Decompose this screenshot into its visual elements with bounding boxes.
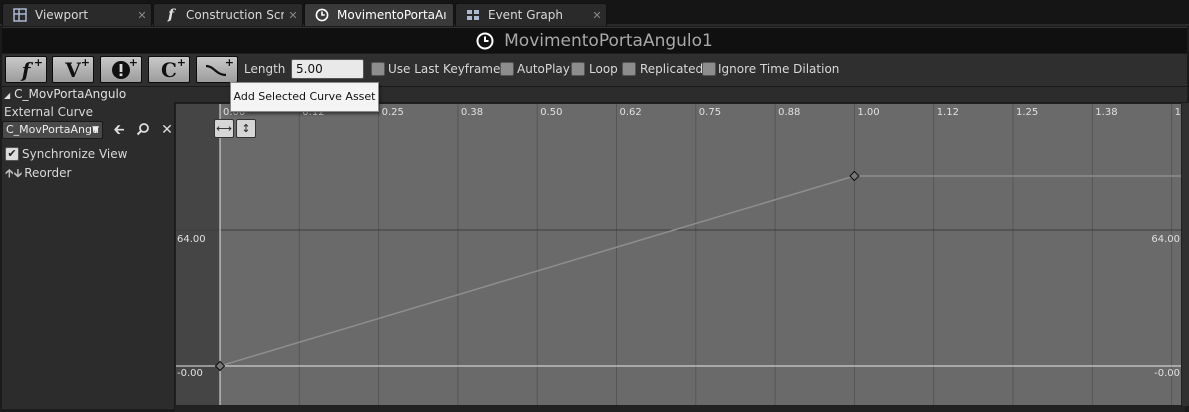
viewport-icon [13,8,27,22]
close-icon[interactable]: ✕ [284,9,302,22]
chevron-down-icon: ▼ [92,125,99,135]
y-axis-label: 64.00 [177,234,206,245]
loop-checkbox[interactable] [571,62,585,76]
use-last-keyframe-checkbox[interactable] [371,62,385,76]
add-curve-asset-button[interactable]: + [196,56,238,83]
tab-label: Viewport [35,8,89,22]
length-label: Length [244,62,286,76]
reorder-label: Reorder [24,166,72,180]
autoplay-label: AutoPlay [517,62,570,76]
x-tick-label: 1.38 [1095,107,1117,118]
tab-bar: Viewport ✕ f Construction Scrip ✕ Movime… [0,0,1189,26]
timeline-icon [476,32,494,49]
function-icon: f [167,7,175,23]
x-tick-label: 1.25 [1016,107,1038,118]
timeline-toolbar: f + V + + C + + Length 5.00 Use Last Key… [2,54,1187,86]
curve-graph[interactable]: 0.00 0.12 0.25 0.38 0.50 0.62 0.75 0.88 1.00 1.12… [175,103,1182,406]
use-selected-asset-icon[interactable]: 🡰 [112,122,126,138]
tab-timeline[interactable]: MovimentoPortaAı [304,3,454,26]
tab-viewport[interactable]: Viewport ✕ [2,3,152,26]
length-input[interactable]: 5.00 [291,59,364,79]
timeline-icon [315,8,329,22]
add-float-track-button[interactable]: f + [5,56,47,83]
x-tick-label: 1.50 [1175,107,1182,118]
function-icon: f [21,57,31,82]
external-curve-dropdown[interactable]: C_MovPortaAngu ▼ [2,121,103,139]
y-axis-label: 64.00 [1151,234,1180,245]
reorder-control[interactable]: 🡱🡳 Reorder [5,164,71,185]
y-axis-label: -0.00 [177,368,203,379]
x-tick-label: 0.75 [699,107,721,118]
plus-icon: + [224,56,234,69]
y-axis-label: -0.00 [1154,368,1180,379]
add-event-track-button[interactable]: + [100,56,142,83]
external-curve-value: C_MovPortaAngu [6,123,99,136]
add-vector-track-button[interactable]: V + [52,56,94,83]
synchronize-view-checkbox[interactable]: ✔ [5,147,19,161]
vector-icon: V [65,57,81,82]
synchronize-view-label: Synchronize View [22,147,128,161]
plus-icon: + [176,56,186,69]
clear-asset-icon[interactable]: ✕ [160,122,174,138]
x-tick-label: 0.62 [620,107,642,118]
ignore-time-dilation-label: Ignore Time Dilation [718,62,840,76]
ignore-time-dilation-checkbox[interactable] [702,62,716,76]
track-header [2,87,1187,102]
x-tick-label: 0.38 [461,107,483,118]
replicated-label: Replicated [640,62,704,76]
track-name-label: C_MovPortaAngulo [14,87,127,101]
curve-key[interactable] [849,170,860,182]
loop-label: Loop [589,62,618,76]
plus-icon: + [33,56,43,69]
tab-event-graph[interactable]: Event Graph ✕ [455,3,607,26]
add-color-track-button[interactable]: C + [148,56,190,83]
zoom-to-fit-vertical-icon[interactable]: ↕ [236,119,256,138]
reorder-arrows-icon: 🡱🡳 [5,166,23,180]
collapse-triangle-icon[interactable]: ◢ [4,91,10,100]
zoom-to-fit-horizontal-icon[interactable]: ⟷ [214,119,234,138]
tooltip: Add Selected Curve Asset [230,82,379,112]
x-tick-label: 1.12 [937,107,959,118]
pre-range-area [176,104,220,405]
x-tick-label: 0.88 [778,107,800,118]
tab-construction-script[interactable]: f Construction Scrip ✕ [153,3,303,26]
x-tick-label: 1.00 [857,107,879,118]
x-tick-label: 0.25 [382,107,404,118]
curve-line [219,175,1181,367]
tab-label: Construction Scrip [186,8,284,22]
track-name[interactable]: ◢ C_MovPortaAngulo [4,87,126,101]
tab-label: MovimentoPortaAı [337,8,447,22]
plus-icon: + [128,56,138,69]
event-graph-icon [466,8,480,22]
use-last-keyframe-label: Use Last Keyframe? [388,62,507,76]
color-icon: C [161,57,177,82]
close-icon[interactable]: ✕ [588,9,606,22]
timeline-editor: Viewport ✕ f Construction Scrip ✕ Movime… [0,0,1189,412]
autoplay-checkbox[interactable] [500,62,514,76]
replicated-checkbox[interactable] [622,62,636,76]
graph-bottom-bar [175,406,1185,412]
browse-asset-icon[interactable] [136,122,150,138]
external-curve-label: External Curve [4,105,94,119]
timeline-title: MovimentoPortaAngulo1 [504,30,713,51]
curve-graph-canvas[interactable]: 0.00 0.12 0.25 0.38 0.50 0.62 0.75 0.88 1.00 1.12… [176,104,1182,406]
tab-label: Event Graph [488,8,563,22]
graph-right-edge [1182,103,1189,406]
x-tick-label: 0.50 [540,107,562,118]
close-icon[interactable]: ✕ [133,9,151,22]
plus-icon: + [80,56,90,69]
timeline-title-bar: MovimentoPortaAngulo1 [2,27,1187,53]
